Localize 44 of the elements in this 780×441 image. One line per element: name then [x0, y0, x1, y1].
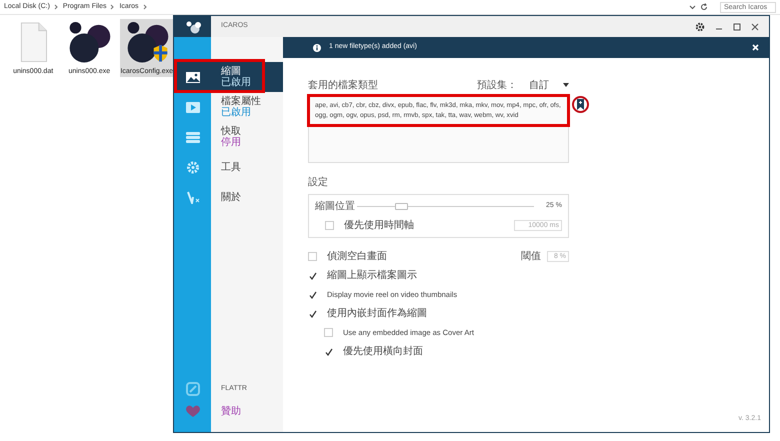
- chevron-icon: [54, 4, 59, 10]
- section-label: 套用的檔案類型: [308, 78, 379, 92]
- gear-icon: [184, 160, 200, 174]
- nav-item[interactable]: 工具: [174, 152, 283, 182]
- chevron-icon: [110, 4, 116, 10]
- caret-icon: [563, 83, 569, 87]
- field-label: 閾值: [521, 250, 541, 264]
- close-icon[interactable]: [751, 22, 759, 30]
- nav-item[interactable]: 贊助: [174, 400, 283, 422]
- flattr-icon: [186, 382, 200, 396]
- preset-label: 預設集：: [477, 78, 517, 92]
- slider-thumb[interactable]: [395, 202, 408, 210]
- chevron-icon: [142, 4, 148, 10]
- nav-item[interactable]: 檔案屬性 已啟用: [174, 92, 283, 122]
- checkbox-label: 使用內嵌封面作為縮圖: [327, 306, 428, 321]
- checkbox-label: 偵測空白畫面: [327, 250, 388, 264]
- chevron-down-icon[interactable]: [689, 4, 696, 10]
- checkbox-label: 優先使用時間軸: [344, 218, 415, 232]
- v-logo-icon: [184, 190, 200, 204]
- checkbox-label: 縮圖上顯示檔案圖示: [327, 268, 418, 283]
- checkmark-icon: [324, 348, 332, 356]
- stack-icon: [184, 130, 200, 144]
- picture-icon: [184, 70, 200, 84]
- bookmark-plus-icon: [577, 99, 584, 110]
- checkbox-label: 優先使用橫向封面: [343, 344, 424, 359]
- checkbox[interactable]: [324, 347, 333, 356]
- refresh-icon[interactable]: [700, 3, 708, 11]
- heart-icon: [184, 404, 200, 418]
- info-icon: [313, 44, 321, 52]
- section-heading: 設定: [308, 176, 329, 190]
- maximize-icon[interactable]: [733, 22, 741, 30]
- add-filetype-button[interactable]: [572, 96, 589, 113]
- checkmark-icon: [308, 272, 316, 280]
- field-label: 縮圖位置: [315, 200, 355, 214]
- checkbox[interactable]: [308, 290, 317, 299]
- nav-item[interactable]: 縮圖 已啟用: [174, 62, 283, 92]
- checkbox[interactable]: [308, 271, 317, 280]
- checkmark-icon: [308, 290, 316, 298]
- preset-dropdown[interactable]: 自訂: [529, 78, 569, 92]
- settings-icon[interactable]: [695, 22, 705, 32]
- checkbox[interactable]: [308, 309, 317, 318]
- nav-item[interactable]: 快取 停用: [174, 122, 283, 152]
- nav-item[interactable]: 關於: [174, 182, 283, 212]
- checkmark-icon: [308, 310, 316, 318]
